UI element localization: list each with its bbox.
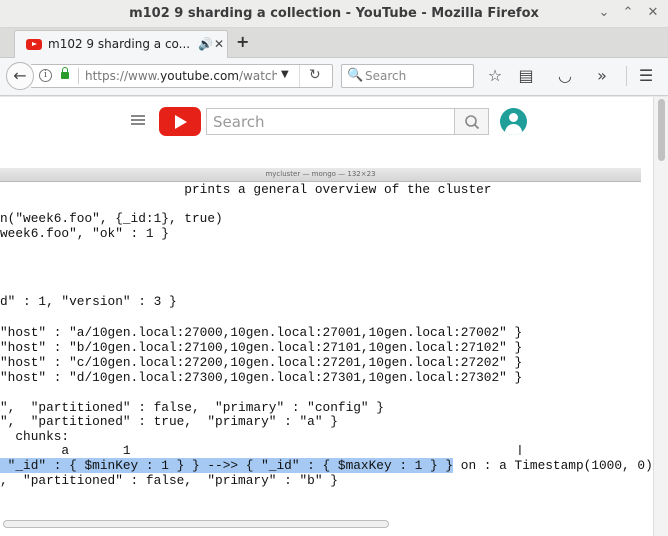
terminal-line: ", "partitioned" : true, "primary" : "a"… xyxy=(0,414,338,429)
video-progress-bar[interactable] xyxy=(3,520,389,528)
speaker-icon[interactable]: 🔊 xyxy=(198,37,213,51)
url-text[interactable]: https://www.youtube.com/watch?v xyxy=(85,69,277,83)
terminal-titlebar: mycluster — mongo — 132×23 xyxy=(0,168,641,182)
terminal-title: mycluster — mongo — 132×23 xyxy=(265,170,376,178)
new-tab-button[interactable]: + xyxy=(236,32,249,51)
selected-text: "_id" : { $minKey : 1 } } -->> { "_id" :… xyxy=(0,458,454,473)
magnifier-icon xyxy=(465,115,480,130)
tab-youtube[interactable]: m102 9 sharding a co... 🔊 ✕ xyxy=(14,30,228,58)
youtube-search-input[interactable]: Search xyxy=(206,108,454,135)
terminal-line: "host" : "c/10gen.local:27200,10gen.loca… xyxy=(0,355,523,370)
url-bar[interactable]: i https://www.youtube.com/watch?v ▼ ↻ xyxy=(31,64,333,88)
page-content: Search mycluster — mongo — 132×23 prints… xyxy=(0,97,668,536)
title-bar: m102 9 sharding a collection - YouTube -… xyxy=(0,0,668,28)
navigation-bar: i https://www.youtube.com/watch?v ▼ ↻ ← … xyxy=(0,58,668,96)
window-title: m102 9 sharding a collection - YouTube -… xyxy=(129,6,539,21)
terminal-line-tail: on : a Timestamp(1000, 0) xyxy=(453,458,653,473)
youtube-search-placeholder: Search xyxy=(213,113,265,131)
avatar-head xyxy=(509,113,518,122)
url-suffix: /watch?v xyxy=(238,69,277,83)
terminal-line: "host" : "b/10gen.local:27100,10gen.loca… xyxy=(0,340,523,355)
close-window-button[interactable]: ✕ xyxy=(645,5,661,21)
terminal-output: prints a general overview of the cluster… xyxy=(0,182,653,512)
toolbar-divider xyxy=(626,66,627,86)
avatar-body xyxy=(505,124,522,135)
terminal-line: prints a general overview of the cluster xyxy=(0,182,492,197)
page-scrollbar[interactable] xyxy=(653,97,668,536)
reload-icon[interactable]: ↻ xyxy=(309,67,321,83)
url-dropdown-icon[interactable]: ▼ xyxy=(281,69,289,80)
firefox-window: m102 9 sharding a collection - YouTube -… xyxy=(0,0,668,536)
terminal-line: a 1 xyxy=(0,443,131,458)
url-prefix: https://www. xyxy=(85,69,161,83)
url-divider xyxy=(299,65,300,87)
url-separator xyxy=(78,68,79,84)
tab-label: m102 9 sharding a co... xyxy=(48,37,191,51)
tab-bar: m102 9 sharding a co... 🔊 ✕ + xyxy=(0,28,668,58)
video-player[interactable]: mycluster — mongo — 132×23 prints a gene… xyxy=(0,158,653,536)
youtube-header: Search xyxy=(0,97,653,147)
scrollbar-thumb[interactable] xyxy=(658,99,665,161)
text-cursor-icon: I xyxy=(518,444,522,459)
minimize-button[interactable]: ⌄ xyxy=(596,5,612,21)
terminal-line: "host" : "d/10gen.local:27300,10gen.loca… xyxy=(0,370,523,385)
hamburger-menu-icon[interactable]: ☰ xyxy=(636,66,656,86)
terminal-line: week6.foo", "ok" : 1 } xyxy=(0,226,169,241)
user-avatar[interactable] xyxy=(500,108,527,135)
youtube-logo[interactable] xyxy=(159,107,201,136)
guide-menu-icon[interactable] xyxy=(131,115,145,125)
youtube-search-button[interactable] xyxy=(454,108,489,135)
terminal-line-highlighted: "_id" : { $minKey : 1 } } -->> { "_id" :… xyxy=(0,458,653,473)
lock-icon xyxy=(61,67,69,79)
youtube-favicon-icon xyxy=(26,39,42,50)
search-icon: 🔍 xyxy=(347,68,364,83)
url-domain: youtube.com xyxy=(160,69,239,83)
terminal-line: "host" : "a/10gen.local:27000,10gen.loca… xyxy=(0,325,523,340)
library-icon[interactable]: ▤ xyxy=(516,66,536,86)
overflow-menu-icon[interactable]: » xyxy=(592,66,612,86)
terminal-line: , "partitioned" : false, "primary" : "b"… xyxy=(0,473,338,488)
terminal-line: chunks: xyxy=(0,429,70,444)
bookmark-star-icon[interactable]: ☆ xyxy=(485,66,505,86)
maximize-button[interactable]: ⌃ xyxy=(620,5,636,21)
back-button[interactable]: ← xyxy=(6,62,34,90)
terminal-line: n("week6.foo", {_id:1}, true) xyxy=(0,211,223,226)
terminal-line: d" : 1, "version" : 3 } xyxy=(0,294,177,309)
pocket-icon[interactable]: ◡ xyxy=(555,66,575,86)
search-placeholder: Search xyxy=(365,69,407,83)
site-info-icon[interactable]: i xyxy=(39,69,52,82)
terminal-line: ", "partitioned" : false, "primary" : "c… xyxy=(0,400,384,415)
search-bar[interactable]: 🔍 Search xyxy=(341,64,474,88)
close-tab-icon[interactable]: ✕ xyxy=(214,37,224,51)
